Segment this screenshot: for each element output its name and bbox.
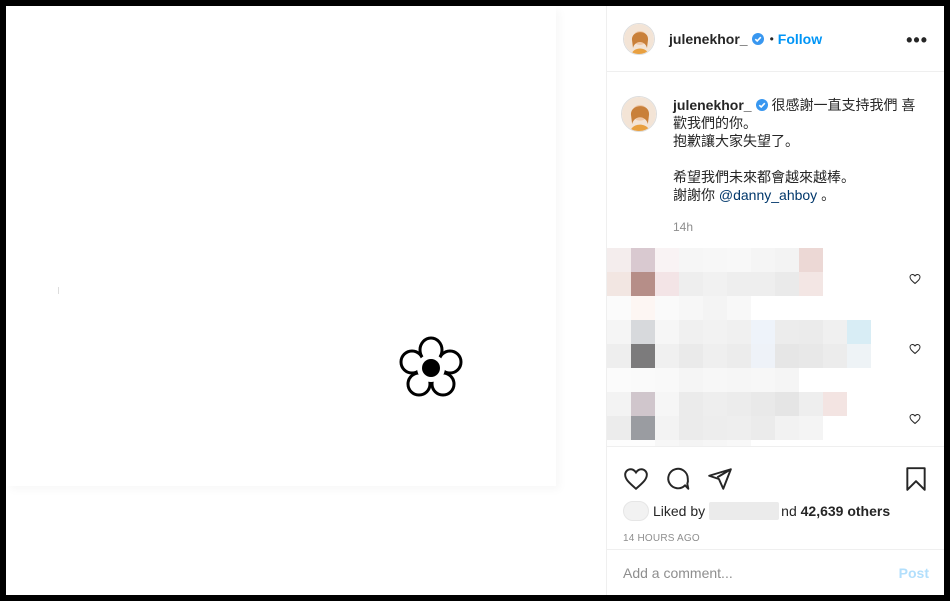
caption-avatar[interactable] xyxy=(621,96,657,132)
bookmark-icon[interactable] xyxy=(903,466,929,492)
comment-like-heart-icon[interactable] xyxy=(909,273,921,285)
pixel-row xyxy=(607,392,847,416)
mention-link[interactable]: @danny_ahboy xyxy=(719,187,817,203)
pixel-row xyxy=(607,272,823,296)
post-button[interactable]: Post xyxy=(899,565,929,581)
liker-avatar xyxy=(623,501,649,521)
comments-area[interactable]: julenekhor_ 很感謝一直支持我們 喜歡我們的你。 抱歉讓大家失望了。 … xyxy=(607,72,944,446)
caption-text: julenekhor_ 很感謝一直支持我們 喜歡我們的你。 抱歉讓大家失望了。 … xyxy=(673,96,929,204)
post-media[interactable] xyxy=(6,6,606,595)
heart-icon[interactable] xyxy=(623,466,649,492)
caption-line-4: 謝謝你 xyxy=(673,187,715,203)
avatar[interactable] xyxy=(623,22,655,55)
caption-username[interactable]: julenekhor_ xyxy=(673,97,752,113)
caption-line-3: 希望我們未來都會越來越棒。 xyxy=(673,169,855,185)
likes-summary[interactable]: Liked by nd 42,639 others xyxy=(607,499,944,523)
pixel-row xyxy=(607,248,823,272)
post-image xyxy=(6,6,556,486)
comment-like-heart-icon[interactable] xyxy=(909,413,921,425)
likes-and: nd xyxy=(781,503,797,519)
avatar-image xyxy=(622,97,656,131)
likes-count[interactable]: 42,639 others xyxy=(801,503,891,519)
comment-like-heart-icon[interactable] xyxy=(909,343,921,355)
verified-icon xyxy=(755,99,768,111)
liked-by-label: Liked by xyxy=(653,503,706,519)
post-sidebar: julenekhor_ • Follow ••• julenekhor_ 很感謝… xyxy=(606,6,944,595)
share-icon[interactable] xyxy=(707,466,733,492)
post-actions: Liked by nd 42,639 others 14 HOURS AGO xyxy=(607,446,944,549)
flower-icon xyxy=(399,336,463,397)
pixel-row xyxy=(607,344,871,368)
pixel-row xyxy=(607,416,823,440)
caption-line-2: 抱歉讓大家失望了。 xyxy=(673,133,799,149)
comment-input[interactable] xyxy=(623,564,899,581)
comment-form: Post xyxy=(607,549,944,595)
blurred-username xyxy=(709,502,780,520)
caption-time[interactable]: 14h xyxy=(673,220,944,234)
pixel-row xyxy=(607,320,871,344)
instagram-post-window: julenekhor_ • Follow ••• julenekhor_ 很感謝… xyxy=(6,6,944,595)
separator-dot: • xyxy=(769,31,774,46)
caption: julenekhor_ 很感謝一直支持我們 喜歡我們的你。 抱歉讓大家失望了。 … xyxy=(607,72,944,204)
pixel-row xyxy=(607,296,751,320)
image-speck xyxy=(58,287,59,294)
pixel-row xyxy=(607,368,799,392)
action-bar xyxy=(607,447,944,499)
post-timestamp[interactable]: 14 HOURS AGO xyxy=(607,523,944,544)
caption-line-4-end: 。 xyxy=(821,187,836,203)
avatar-image xyxy=(624,23,654,54)
follow-button[interactable]: Follow xyxy=(778,31,822,47)
verified-icon xyxy=(751,32,764,45)
post-header: julenekhor_ • Follow ••• xyxy=(607,6,944,72)
comment-icon[interactable] xyxy=(665,466,691,492)
header-username[interactable]: julenekhor_ xyxy=(669,31,748,47)
more-icon[interactable]: ••• xyxy=(906,30,928,51)
